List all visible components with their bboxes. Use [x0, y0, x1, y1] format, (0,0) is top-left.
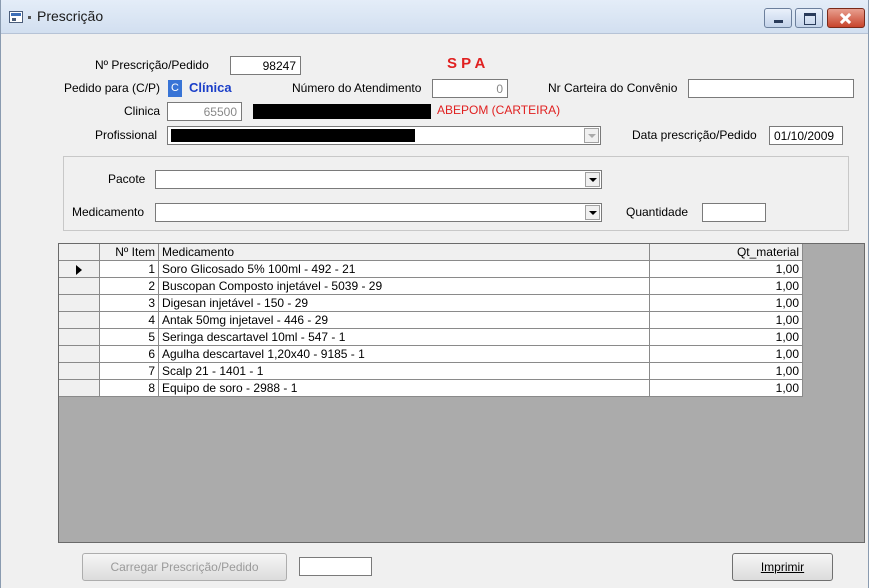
maximize-button[interactable] [795, 8, 823, 28]
imprimir-button[interactable]: Imprimir [732, 553, 833, 581]
medicamento-cell[interactable]: Antak 50mg injetavel - 446 - 29 [159, 312, 650, 329]
item-cell[interactable]: 7 [100, 363, 159, 380]
item-cell[interactable]: 8 [100, 380, 159, 397]
quantidade-field[interactable] [702, 203, 766, 222]
column-header-item[interactable]: Nº Item [100, 244, 159, 261]
prescricao-label: Nº Prescrição/Pedido [95, 58, 209, 72]
item-cell[interactable]: 2 [100, 278, 159, 295]
qt-material-cell[interactable]: 1,00 [650, 312, 803, 329]
prescricao-field[interactable]: 98247 [230, 56, 301, 75]
qt-material-cell[interactable]: 1,00 [650, 295, 803, 312]
redacted-professional-name [171, 129, 415, 142]
medicamento-cell[interactable]: Digesan injetável - 150 - 29 [159, 295, 650, 312]
atendimento-field[interactable]: 0 [432, 79, 508, 98]
row-indicator-cell[interactable] [59, 278, 100, 295]
prescricao-window: Prescrição Nº Prescrição/Pedido 98247 S … [0, 0, 869, 588]
column-header-qt-material[interactable]: Qt_material [650, 244, 803, 261]
medicamento-cell[interactable]: Agulha descartavel 1,20x40 - 9185 - 1 [159, 346, 650, 363]
row-indicator-cell[interactable] [59, 346, 100, 363]
clinica-label: Clinica [124, 104, 161, 118]
convenio-name: ABEPOM (CARTEIRA) [437, 103, 561, 117]
minimize-button[interactable] [764, 8, 792, 28]
item-cell[interactable]: 1 [100, 261, 159, 278]
carteira-field[interactable] [688, 79, 854, 98]
atendimento-label: Número do Atendimento [292, 81, 422, 95]
title-separator [28, 16, 31, 19]
carregar-prescricao-button[interactable]: Carregar Prescrição/Pedido [82, 553, 287, 581]
header-indicator-cell [59, 244, 100, 261]
current-row-pointer-icon [76, 265, 82, 275]
clinica-field[interactable]: 65500 [167, 102, 242, 121]
medicamento-cell[interactable]: Scalp 21 - 1401 - 1 [159, 363, 650, 380]
pacote-combo[interactable] [155, 170, 602, 189]
row-indicator-cell[interactable] [59, 363, 100, 380]
carregar-input[interactable] [299, 557, 372, 576]
medicamento-cell[interactable]: Equipo de soro - 2988 - 1 [159, 380, 650, 397]
qt-material-cell[interactable]: 1,00 [650, 278, 803, 295]
row-indicator-cell[interactable] [59, 295, 100, 312]
pedido-para-text: Clínica [189, 80, 232, 95]
column-header-medicamento[interactable]: Medicamento [159, 244, 650, 261]
pacote-label: Pacote [108, 172, 146, 186]
row-indicator-cell[interactable] [59, 312, 100, 329]
item-cell[interactable]: 6 [100, 346, 159, 363]
row-indicator-cell[interactable] [59, 329, 100, 346]
item-cell[interactable]: 3 [100, 295, 159, 312]
qt-material-cell[interactable]: 1,00 [650, 363, 803, 380]
medicamento-cell[interactable]: Seringa descartavel 10ml - 547 - 1 [159, 329, 650, 346]
qt-material-cell[interactable]: 1,00 [650, 346, 803, 363]
chevron-down-icon[interactable] [584, 128, 599, 143]
title-bar[interactable]: Prescrição [1, 0, 868, 34]
profissional-label: Profissional [95, 128, 158, 142]
medicamento-cell[interactable]: Soro Glicosado 5% 100ml - 492 - 21 [159, 261, 650, 278]
profissional-combo[interactable] [167, 126, 601, 145]
qt-material-cell[interactable]: 1,00 [650, 380, 803, 397]
row-indicator-cell[interactable] [59, 261, 100, 278]
data-prescricao-label: Data prescrição/Pedido [632, 128, 757, 142]
form-icon [9, 11, 23, 23]
spa-label: S P A [447, 55, 486, 72]
medicamento-label: Medicamento [72, 205, 145, 219]
close-button[interactable] [827, 8, 865, 28]
medicamento-combo[interactable] [155, 203, 602, 222]
pedido-para-label: Pedido para (C/P) [64, 81, 161, 95]
item-cell[interactable]: 5 [100, 329, 159, 346]
carteira-label: Nr Carteira do Convênio [548, 81, 678, 95]
chevron-down-icon[interactable] [585, 205, 600, 220]
qt-material-cell[interactable]: 1,00 [650, 329, 803, 346]
items-grid[interactable]: Nº Item Medicamento Qt_material 1 Soro Gl… [58, 243, 865, 543]
qt-material-cell[interactable]: 1,00 [650, 261, 803, 278]
medicamento-cell[interactable]: Buscopan Composto injetável - 5039 - 29 [159, 278, 650, 295]
data-prescricao-field[interactable]: 01/10/2009 [769, 126, 843, 145]
chevron-down-icon[interactable] [585, 172, 600, 187]
row-indicator-cell[interactable] [59, 380, 100, 397]
pedido-para-field[interactable]: C [168, 80, 182, 97]
quantidade-label: Quantidade [626, 205, 689, 219]
window-title: Prescrição [37, 8, 104, 24]
item-cell[interactable]: 4 [100, 312, 159, 329]
redacted-clinic-name [253, 104, 431, 119]
